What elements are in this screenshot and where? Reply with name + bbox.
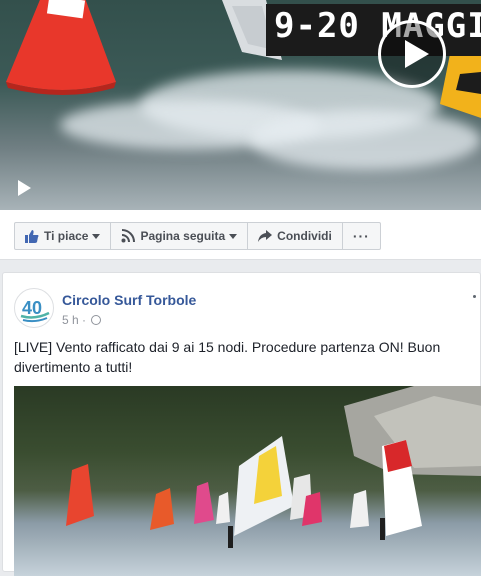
rss-icon — [121, 229, 136, 243]
like-page-label: Ti piace — [44, 229, 89, 243]
thumbs-up-icon — [25, 230, 39, 243]
page-actions-bar: Ti piace Pagina seguita Condividi ··· — [0, 210, 481, 260]
follow-page-button[interactable]: Pagina seguita — [111, 223, 249, 249]
share-button[interactable]: Condividi — [248, 223, 343, 249]
post-image[interactable] — [14, 386, 481, 576]
like-page-button[interactable]: Ti piace — [15, 223, 112, 249]
post-timestamp[interactable]: 5 h · — [62, 313, 86, 327]
post-options-icon[interactable] — [473, 295, 476, 298]
chevron-down-icon — [92, 233, 101, 239]
race-buoy — [6, 0, 116, 95]
event-date-banner: 9-20 MAGGIO — [266, 4, 481, 56]
avatar-text: 40 — [22, 298, 42, 318]
follow-page-label: Pagina seguita — [140, 229, 226, 243]
post-text: [LIVE] Vento rafficato dai 9 ai 15 nodi.… — [14, 339, 441, 375]
water-spray — [250, 110, 481, 170]
video-player[interactable]: 9-20 MAGGIO — [0, 0, 481, 210]
windsurf-sail — [440, 54, 481, 118]
more-options-icon: ··· — [352, 228, 370, 244]
share-label: Condividi — [277, 229, 332, 243]
chevron-down-icon — [229, 233, 238, 239]
event-date-text: 9-20 MAGGIO — [274, 6, 481, 46]
share-arrow-icon — [258, 230, 273, 242]
feed-post: 40 Circolo Surf Torbole 5 h · [LIVE] Ven… — [2, 272, 481, 576]
globe-icon — [91, 315, 102, 325]
page-action-buttons: Ti piace Pagina seguita Condividi ··· — [14, 222, 381, 250]
play-small-icon[interactable] — [18, 180, 31, 196]
more-options-button[interactable]: ··· — [343, 223, 380, 249]
windsurf-race-photo — [66, 386, 481, 548]
avatar[interactable]: 40 — [14, 288, 54, 328]
post-meta: 5 h · — [62, 313, 102, 327]
page-name-link[interactable]: Circolo Surf Torbole — [62, 292, 196, 308]
play-icon[interactable] — [378, 20, 446, 88]
club-logo-icon: 40 — [20, 298, 50, 323]
